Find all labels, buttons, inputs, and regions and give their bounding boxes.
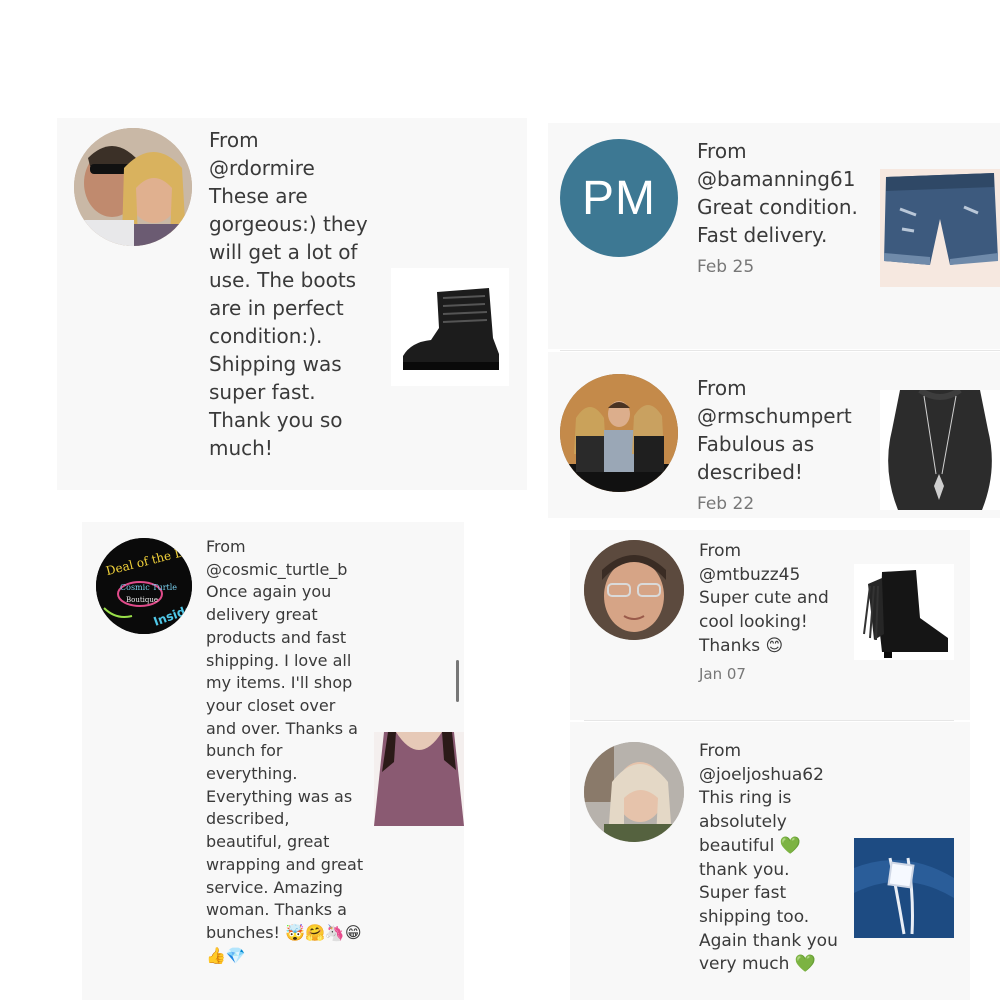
reviewer-handle[interactable]: @bamanning61 — [697, 165, 877, 193]
diamond-ring-image — [854, 838, 954, 938]
reviewer-handle[interactable]: @joeljoshua62 — [699, 764, 839, 788]
review-date: Feb 22 — [697, 494, 755, 514]
necklace-image — [888, 390, 992, 510]
boutique-logo-icon: Deal of the Day Cosmic Turtle Boutique I… — [96, 538, 192, 634]
review-message: This ring is absolutely beautiful 💚 than… — [699, 788, 838, 975]
avatar-photo — [584, 742, 684, 842]
product-thumbnail-boot[interactable] — [391, 268, 509, 386]
product-thumbnail-denim-shorts[interactable] — [880, 169, 1000, 287]
reviewer-handle[interactable]: @cosmic_turtle_b — [206, 559, 366, 582]
boot-image — [403, 288, 499, 370]
from-label: From — [697, 139, 747, 163]
review-date: Jan 07 — [699, 664, 746, 683]
from-label: From — [699, 741, 742, 761]
divider — [560, 350, 1000, 351]
review-card-rmschumpert: From @rmschumpert Fabulous as described!… — [548, 352, 1000, 518]
logo-text-cosmic: Cosmic Turtle — [120, 583, 177, 592]
avatar[interactable] — [560, 374, 678, 492]
review-date: Feb 25 — [697, 257, 755, 277]
review-card-mtbuzz45: From @mtbuzz45 Super cute and cool looki… — [570, 530, 970, 720]
avatar[interactable] — [584, 540, 684, 640]
review-card-joeljoshua62: From @joeljoshua62 This ring is absolute… — [570, 722, 970, 1000]
review-message: Great condition. Fast delivery. — [697, 195, 858, 247]
review-message: Once again you delivery great products a… — [206, 582, 364, 965]
from-label: From — [206, 537, 246, 556]
avatar-photo — [584, 540, 684, 640]
from-label: From — [697, 376, 747, 400]
review-card-bamanning61: PM From @bamanning61 Great condition. Fa… — [548, 123, 1000, 349]
avatar-photo — [560, 374, 678, 492]
review-message: Super cute and cool looking! Thanks 😊 — [699, 588, 829, 656]
avatar[interactable] — [584, 742, 684, 842]
logo-text-boutique: Boutique — [126, 596, 158, 604]
avatar-photo — [74, 128, 192, 246]
review-card-rdormire: From @rdormire These are gorgeous:) they… — [57, 118, 527, 490]
mauve-top-image — [374, 732, 464, 826]
avatar-initials: PM — [582, 171, 656, 225]
from-label: From — [699, 541, 742, 561]
product-thumbnail-mauve-top[interactable] — [374, 732, 464, 826]
product-thumbnail-pendant-necklace[interactable] — [880, 390, 1000, 510]
review-message: Fabulous as described! — [697, 432, 815, 484]
scrollbar[interactable] — [456, 660, 459, 702]
review-message: These are gorgeous:) they will get a lot… — [209, 184, 368, 460]
product-thumbnail-fringe-bootie[interactable] — [854, 564, 954, 660]
avatar[interactable]: Deal of the Day Cosmic Turtle Boutique I… — [96, 538, 192, 634]
reviewer-handle[interactable]: @mtbuzz45 — [699, 564, 839, 588]
divider — [584, 720, 954, 721]
review-card-cosmic-turtle-b: Deal of the Day Cosmic Turtle Boutique I… — [82, 522, 464, 1000]
fringe-bootie-image — [863, 570, 948, 658]
avatar[interactable] — [74, 128, 192, 246]
product-thumbnail-diamond-ring[interactable] — [854, 838, 954, 938]
denim-shorts-image — [884, 173, 998, 265]
reviewer-handle[interactable]: @rmschumpert — [697, 402, 877, 430]
from-label: From — [209, 128, 259, 152]
reviewer-handle[interactable]: @rdormire — [209, 154, 369, 182]
avatar[interactable]: PM — [560, 139, 678, 257]
